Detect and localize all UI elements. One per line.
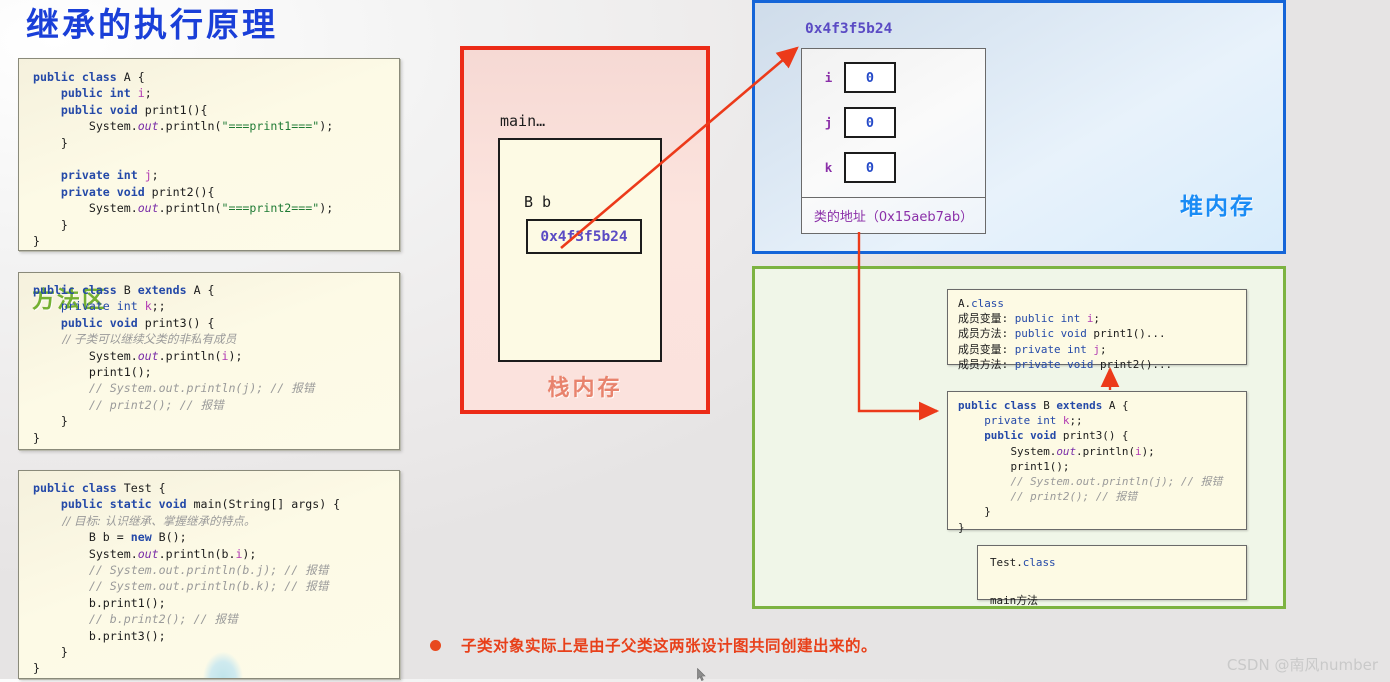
heap-field-name: j [824,115,833,130]
code-line: b.print3(); [33,628,166,643]
code-line: 成员方法: public void print1()... [958,327,1166,341]
code-line: private int k;; [33,299,166,314]
code-line: // System.out.println(b.k); // 报错 [33,579,329,594]
slide-title: 继承的执行原理 [26,5,278,44]
heap-memory-label: 堆内存 [1180,194,1255,220]
code-line: System.out.println(i); [33,348,243,363]
code-line: } [958,505,991,519]
code-line: // 子类可以继续父类的非私有成员 [33,332,237,347]
stack-memory-label: 栈内存 [547,376,623,401]
code-line: } [33,234,40,249]
code-text-class-test: public class Test { public static void m… [19,471,399,677]
code-line: public static void main(String[] args) { [33,497,341,512]
code-line: // System.out.println(j); // 报错 [33,381,315,396]
code-line: } [33,414,68,429]
mouse-cursor-icon [697,668,706,681]
method-area-a-class-card: A.class 成员变量: public int i; 成员方法: public v… [947,289,1247,371]
method-area-a-class-text: A.class 成员变量: public int i; 成员方法: public v… [948,290,1246,372]
code-line: System.out.println("===print2==="); [33,201,334,216]
code-line: 成员方法: private void print2()... [958,357,1173,371]
heap-object-address: 0x4f3f5b24 [805,21,893,37]
code-line: B b = new B(); [33,530,187,545]
code-text-class-b: public class B extends A { private int k… [19,273,399,446]
code-line: private void print2(){ [33,184,215,199]
code-line: public class Test { [33,481,166,495]
code-line: // print2(); // 报错 [958,490,1138,504]
method-area-test-class-card: Test.class main方法 [977,545,1247,607]
code-line: Test.class [990,556,1056,569]
heap-field-name: i [824,70,833,85]
code-line: } [33,645,68,660]
code-line: // print2(); // 报错 [33,397,224,412]
code-line: private int k;; [958,414,1083,428]
code-line: public class B extends A { [33,283,215,297]
heap-field-value: 0 [844,62,896,93]
code-line: } [33,217,68,232]
method-area-region: A.class 成员变量: public int i; 成员方法: public v… [752,266,1286,609]
stack-variable-value-box: 0x4f3f5b24 [526,219,642,254]
csdn-watermark: CSDN @南风number [1226,656,1378,674]
code-card-class-a: public class A { public int i; public vo… [18,58,400,251]
method-area-b-class-card: public class B extends A { private int k… [947,391,1247,534]
code-line: // System.out.println(b.j); // 报错 [33,563,329,578]
stack-variable-label: B b [524,193,552,211]
code-line: public int i; [33,86,152,101]
code-line: } [33,430,40,445]
code-line: public void print3() { [958,429,1129,443]
heap-field-row: i 0 [824,62,896,93]
heap-field-row: k 0 [824,152,896,183]
code-line: private int j; [33,168,159,183]
code-line: public class B extends A { [958,399,1129,412]
heap-field-value: 0 [844,107,896,138]
code-line: A.class [958,297,1004,310]
code-line: // 目标: 认识继承、掌握继承的特点。 [33,513,256,528]
heap-field-name: k [824,160,833,175]
code-line: 成员变量: public int i; [958,312,1100,326]
code-line: public void print3() { [33,315,215,330]
code-line: 成员变量: private int j; [958,342,1107,356]
heap-field-row: j 0 [824,107,896,138]
code-text-class-a: public class A { public int i; public vo… [19,59,399,249]
code-line: print1(); [33,365,152,380]
method-area-test-class-text: Test.class main方法 [978,546,1246,610]
code-card-class-test: public class Test { public static void m… [18,470,400,679]
stack-main-frame-label: main… [500,112,546,130]
code-line: } [33,135,68,150]
code-line: } [33,661,40,676]
heap-field-value: 0 [844,152,896,183]
stack-memory-region: main… B b 0x4f3f5b24 栈内存 [460,46,710,414]
heap-class-address-cell: 类的地址（0x15aeb7ab） [802,197,985,233]
method-area-b-class-text: public class B extends A { private int k… [948,392,1246,535]
code-line: print1(); [958,459,1070,473]
bullet-dot-icon [430,639,441,651]
code-line: public class A { [33,70,145,84]
heap-memory-region: 0x4f3f5b24 i 0 j 0 k 0 类的地址（0x15aeb7ab） … [752,0,1286,254]
bottom-note-text: 子类对象实际上是由子父类这两张设计图共同创建出来的。 [461,637,878,655]
code-line: System.out.println("===print1==="); [33,119,334,134]
code-line: System.out.println(i); [958,444,1155,458]
code-line: } [958,520,965,534]
heap-object-box: i 0 j 0 k 0 类的地址（0x15aeb7ab） [801,48,986,234]
code-line: public void print1(){ [33,102,208,117]
code-line: main方法 [990,594,1039,607]
code-line: System.out.println(b.i); [33,546,257,561]
code-line: b.print1(); [33,595,166,610]
code-line: // b.print2(); // 报错 [33,612,238,627]
code-card-class-b: public class B extends A { private int k… [18,272,400,450]
code-line: // System.out.println(j); // 报错 [958,475,1223,489]
bottom-note: 子类对象实际上是由子父类这两张设计图共同创建出来的。 [430,634,877,656]
